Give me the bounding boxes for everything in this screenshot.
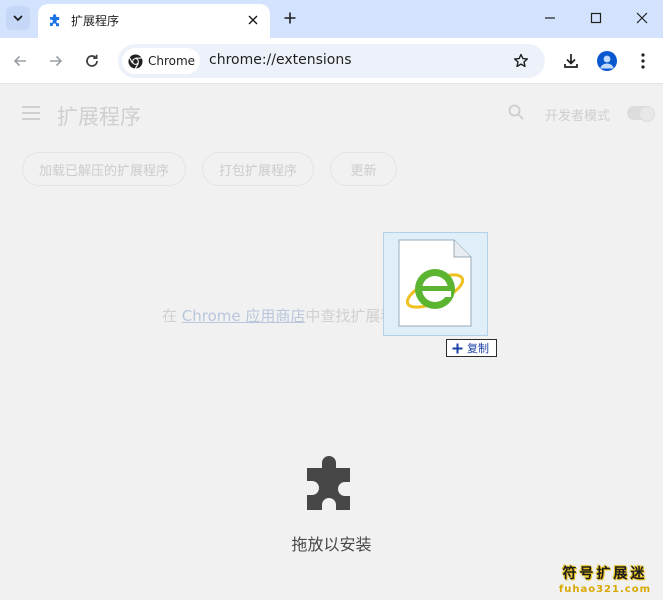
tab-title: 扩展程序 [71, 14, 120, 28]
ie-file-icon [398, 239, 472, 327]
new-tab-button[interactable] [280, 8, 300, 28]
reload-icon [86, 54, 98, 67]
download-icon [564, 54, 578, 68]
address-bar[interactable]: Chrome chrome://extensions [118, 44, 545, 78]
extensions-header: 扩展程序 开发者模式 [0, 85, 663, 141]
site-info-chip[interactable]: Chrome [122, 48, 200, 74]
more-vert-icon [641, 53, 645, 69]
chrome-logo-icon [128, 53, 143, 69]
page-title: 扩展程序 [57, 105, 141, 129]
bookmark-button[interactable] [511, 51, 531, 71]
back-button[interactable] [9, 50, 31, 72]
reload-button[interactable] [81, 50, 103, 72]
web-store-link[interactable]: Chrome 应用商店 [182, 307, 306, 325]
copy-drop-badge: 复制 [446, 339, 497, 357]
menu-button[interactable] [631, 49, 655, 73]
chevron-down-icon [13, 15, 23, 22]
forward-icon [50, 55, 63, 67]
back-icon [13, 55, 26, 67]
pack-extension-button[interactable]: 打包扩展程序 [202, 152, 314, 186]
watermark-url: fuhao321.com [558, 584, 651, 595]
tab-extensions[interactable]: 扩展程序 [38, 4, 270, 38]
developer-mode-label: 开发者模式 [545, 109, 611, 124]
search-icon[interactable] [507, 103, 525, 121]
extensions-page: 扩展程序 开发者模式 加载已解压的扩展程序 打包扩展程序 更新 在 Chrome… [0, 85, 663, 600]
minimize-icon [545, 17, 555, 19]
maximize-button[interactable] [584, 6, 608, 30]
profile-button[interactable] [595, 49, 619, 73]
load-unpacked-button[interactable]: 加载已解压的扩展程序 [22, 152, 186, 186]
developer-mode-toggle[interactable] [627, 106, 655, 122]
forward-button[interactable] [45, 50, 67, 72]
close-window-button[interactable] [630, 6, 654, 30]
menu-icon[interactable] [22, 106, 40, 120]
watermark-logo: 符号扩展迷 fuhao321.com [559, 563, 651, 595]
minimize-button[interactable] [538, 6, 562, 30]
star-icon [514, 53, 528, 68]
copy-label: 复制 [467, 342, 489, 355]
tab-strip: 扩展程序 [0, 0, 663, 38]
drop-to-install-label: 拖放以安装 [291, 535, 372, 554]
close-icon [636, 12, 648, 24]
extension-puzzle-icon [307, 456, 350, 510]
tab-search-button[interactable] [6, 6, 30, 30]
profile-icon [597, 51, 617, 71]
extension-puzzle-icon [50, 14, 60, 27]
browser-toolbar: Chrome chrome://extensions [0, 38, 663, 84]
watermark-name: 符号扩展迷 [562, 566, 648, 582]
plus-icon [284, 12, 296, 24]
plus-icon [450, 341, 464, 355]
maximize-icon [590, 12, 602, 24]
update-button[interactable]: 更新 [330, 152, 397, 186]
close-icon [248, 15, 258, 25]
downloads-button[interactable] [559, 49, 583, 73]
drag-file-preview [383, 232, 488, 336]
store-prefix: 在 [162, 307, 178, 325]
url-text[interactable]: chrome://extensions [209, 52, 352, 68]
site-chip-label: Chrome [148, 54, 196, 68]
tab-close-button[interactable] [244, 11, 262, 29]
